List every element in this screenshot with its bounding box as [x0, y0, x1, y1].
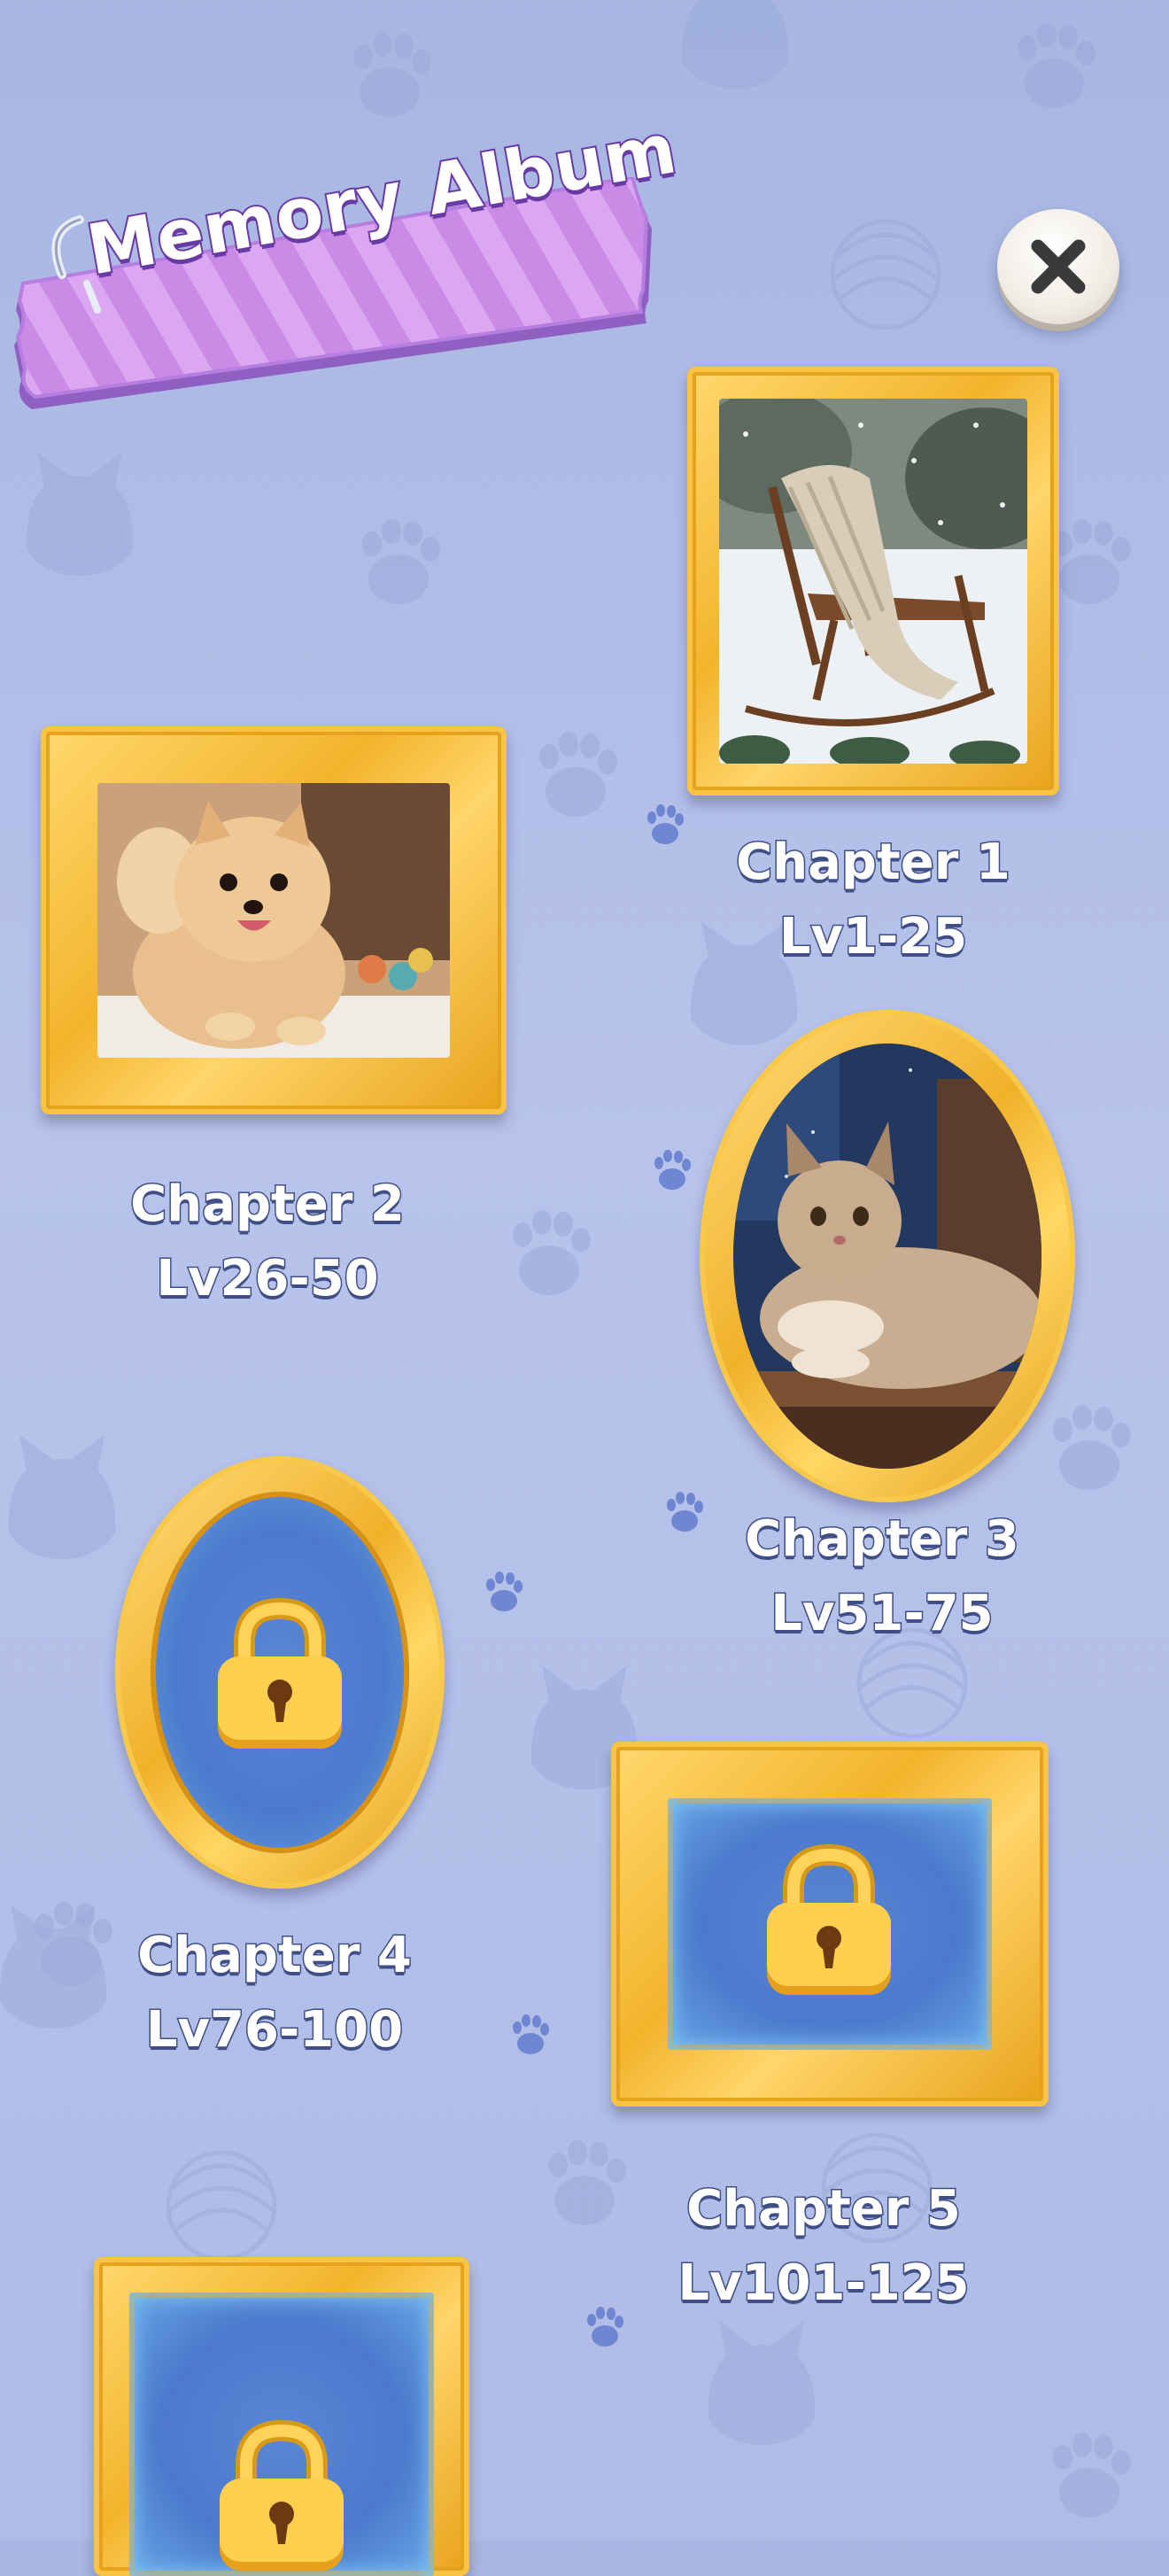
chapter-4-locked-panel: [151, 1492, 409, 1853]
chapter-5-locked-panel: [668, 1798, 992, 2050]
chapter-2-picture: [97, 783, 450, 1058]
lock-icon: [218, 1598, 342, 1749]
chapter-4-name: Chapter 4: [136, 1926, 414, 1986]
chapter-3-card[interactable]: [700, 1010, 1075, 1502]
paw-print-icon: [587, 2307, 623, 2347]
chapter-2-label: Chapter 2 Lv26-50: [90, 1168, 445, 1316]
chapter-3-levels: Lv51-75: [770, 1584, 995, 1644]
lock-icon: [767, 1844, 891, 1995]
chapter-5-label: Chapter 5 Lv101-125: [646, 2172, 1001, 2321]
rocking-chair-picture: [719, 399, 1027, 764]
chapter-2-name: Chapter 2: [129, 1175, 406, 1235]
chapter-1-picture: [719, 399, 1027, 764]
close-icon: [1031, 239, 1086, 294]
chapter-3-label: Chapter 3 Lv51-75: [705, 1502, 1059, 1651]
chapter-1-levels: Lv1-25: [778, 907, 968, 967]
close-button[interactable]: [997, 209, 1119, 324]
paw-print-icon: [647, 804, 684, 844]
chapter-1-card[interactable]: [687, 367, 1059, 795]
chapter-3-name: Chapter 3: [744, 1509, 1021, 1570]
chapter-2-card[interactable]: [41, 726, 507, 1114]
fluffy-cat-picture: [733, 1044, 1041, 1469]
paw-print-icon: [654, 1150, 691, 1190]
chapter-6-locked-panel: [129, 2293, 434, 2576]
lock-icon: [220, 2420, 344, 2571]
chapter-4-label: Chapter 4 Lv76-100: [97, 1919, 452, 2068]
chapter-5-name: Chapter 5: [685, 2179, 963, 2239]
chapter-4-card[interactable]: [115, 1456, 445, 1889]
chapter-4-levels: Lv76-100: [144, 2000, 404, 2060]
paw-print-icon: [486, 1571, 523, 1611]
chapter-3-picture: [733, 1044, 1041, 1469]
pomeranian-puppy-picture: [97, 783, 450, 1058]
chapter-1-label: Chapter 1 Lv1-25: [696, 826, 1050, 974]
paw-print-icon: [513, 2014, 549, 2054]
chapter-6-card[interactable]: [94, 2257, 469, 2576]
chapter-5-card[interactable]: [611, 1742, 1049, 2107]
chapter-2-levels: Lv26-50: [155, 1249, 380, 1309]
chapter-1-name: Chapter 1: [735, 833, 1012, 893]
chapter-5-levels: Lv101-125: [677, 2254, 971, 2314]
